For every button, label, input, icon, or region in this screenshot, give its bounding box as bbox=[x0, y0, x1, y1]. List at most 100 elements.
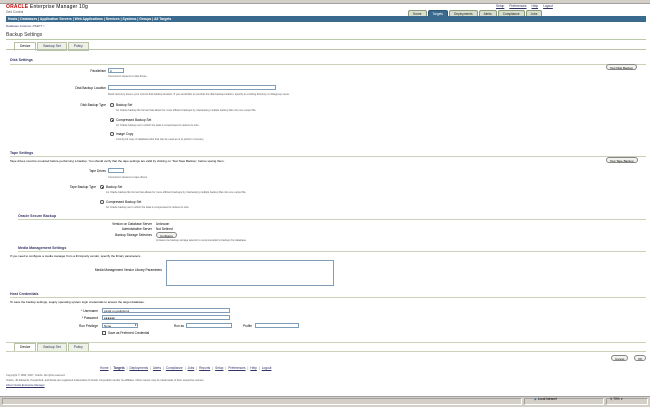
username-label: * Username bbox=[81, 309, 98, 313]
page-title: Backup Settings bbox=[6, 32, 43, 38]
breadcrumb[interactable]: Database Instance: PS4PT > bbox=[6, 24, 45, 28]
parallelism-label: Parallelism bbox=[90, 69, 106, 73]
status-message-cell bbox=[2, 398, 522, 405]
disk-backupset-radio[interactable] bbox=[110, 103, 114, 107]
osb-heading: Oracle Secure Backup bbox=[18, 214, 57, 218]
global-link-logout[interactable]: Logout bbox=[543, 4, 553, 8]
tape-backupset-radio[interactable] bbox=[100, 185, 104, 189]
tape-drives-label: Tape Drives bbox=[89, 169, 106, 173]
footer-link-preferences[interactable]: Preferences bbox=[228, 366, 245, 370]
test-tape-backup-button[interactable]: Test Tape Backup bbox=[606, 157, 638, 163]
profile-input[interactable] bbox=[255, 323, 299, 328]
media-heading: Media Management Settings bbox=[18, 246, 67, 250]
footer-link-alerts[interactable]: Alerts bbox=[153, 366, 161, 370]
footer-link-setup[interactable]: Setup bbox=[215, 366, 223, 370]
cancel-button[interactable]: Cancel bbox=[611, 355, 629, 361]
subtab-divider bbox=[6, 49, 646, 50]
osb-version-label: Version on Database Server bbox=[112, 222, 152, 226]
bottom-rule-2 bbox=[6, 351, 646, 352]
disk-imagecopy-label: Image Copy bbox=[116, 132, 134, 136]
disk-compressed-label: Compressed Backup Set bbox=[116, 118, 152, 122]
footer-links: Home | Targets | Deployments | Alerts | Comp… bbox=[100, 366, 272, 370]
zone-label: ◉ Local intranet bbox=[534, 397, 557, 401]
footer-link-targets[interactable]: Targets bbox=[113, 366, 124, 370]
host-credentials-heading: Host Credentials bbox=[10, 292, 39, 296]
global-links: Setup Preferences Help Logout bbox=[496, 4, 553, 8]
tape-settings-rule bbox=[10, 156, 646, 157]
title-divider bbox=[6, 39, 646, 40]
disk-backupset-hint: An Oracle backup file format that allows… bbox=[116, 109, 257, 112]
global-link-preferences[interactable]: Preferences bbox=[509, 4, 526, 8]
disk-location-hint: Flash recovery area is your current disk… bbox=[108, 93, 290, 96]
host-credentials-rule bbox=[10, 297, 646, 298]
about-link[interactable]: About Oracle Enterprise Manager bbox=[6, 384, 45, 387]
osb-admin-value: Not Defined bbox=[156, 227, 173, 231]
zoom-text: 70% bbox=[613, 397, 620, 401]
global-link-help[interactable]: Help bbox=[532, 4, 539, 8]
zone-text: Local intranet bbox=[537, 397, 557, 401]
disk-settings-heading: Disk Settings bbox=[10, 58, 33, 62]
footer-link-compliance[interactable]: Compliance bbox=[166, 366, 183, 370]
run-privilege-select[interactable]: None ▼ bbox=[102, 323, 138, 328]
test-disk-backup-button[interactable]: Test Disk Backup bbox=[606, 64, 638, 70]
disk-location-input[interactable] bbox=[108, 85, 276, 90]
footer-link-jobs[interactable]: Jobs bbox=[188, 366, 195, 370]
logo-product-text: Enterprise Manager 10g bbox=[29, 4, 88, 10]
profile-label: Profile bbox=[242, 324, 252, 328]
chevron-down-icon: ▼ bbox=[134, 324, 137, 327]
disk-settings-rule bbox=[10, 64, 646, 65]
footer-link-deployments[interactable]: Deployments bbox=[129, 366, 148, 370]
parallelism-hint: Concurrent streams to disk drives bbox=[108, 75, 147, 78]
tape-backupset-hint: An Oracle backup file format that allows… bbox=[106, 191, 247, 194]
globe-icon: ◉ bbox=[534, 397, 537, 401]
tape-compressed-radio[interactable] bbox=[100, 200, 104, 204]
global-link-setup[interactable]: Setup bbox=[496, 4, 504, 8]
subbrand: Grid Control bbox=[6, 10, 24, 14]
osb-rule bbox=[18, 219, 646, 220]
password-input[interactable]: ●●●●●● bbox=[102, 315, 230, 320]
tape-drives-hint: Concurrent streams to tape drives bbox=[108, 176, 148, 179]
disk-imagecopy-radio[interactable] bbox=[110, 132, 114, 136]
disk-compressed-radio[interactable] bbox=[110, 118, 114, 122]
disk-imagecopy-hint: A bit-by-bit copy of database files that… bbox=[116, 138, 204, 141]
save-preferred-label: Save as Preferred Credential bbox=[108, 331, 150, 335]
disk-compressed-hint: An Oracle backup set in which the data i… bbox=[116, 124, 200, 127]
run-privilege-value: None bbox=[104, 324, 112, 328]
magnifier-icon: ⚲ bbox=[610, 397, 613, 401]
media-params-textarea[interactable] bbox=[166, 260, 334, 286]
target-navbar[interactable]: Hosts | Databases | Application Servers … bbox=[6, 16, 646, 22]
footer-link-reports[interactable]: Reports bbox=[199, 366, 210, 370]
tape-settings-heading: Tape Settings bbox=[10, 151, 34, 155]
disk-location-label: Disk Backup Location bbox=[75, 86, 106, 90]
tape-backup-type-label: Tape Backup Type bbox=[69, 185, 96, 189]
disk-backup-type-label: Disk Backup Type bbox=[80, 103, 106, 107]
username-input[interactable]: ps4pt on ps4ptvm1 bbox=[102, 308, 230, 313]
copyright-line-1: Copyright © 1996, 2007, Oracle. All righ… bbox=[6, 374, 66, 377]
host-intro: To save the backup settings, supply oper… bbox=[10, 300, 145, 304]
osb-selectors-label: Backup Storage Selectors bbox=[115, 233, 152, 237]
footer-link-logout[interactable]: Logout bbox=[262, 366, 272, 370]
osb-selectors-hint: At least one backup storage selector is … bbox=[156, 239, 247, 242]
media-rule bbox=[18, 251, 646, 252]
tape-backupset-label: Backup Set bbox=[106, 185, 123, 189]
media-intro: If you need to configure a media manager… bbox=[10, 254, 141, 258]
media-params-label: Media Management Vendor Library Paramete… bbox=[94, 268, 162, 272]
run-as-input[interactable] bbox=[186, 323, 232, 328]
save-preferred-checkbox[interactable] bbox=[102, 331, 106, 335]
disk-backupset-label: Backup Set bbox=[116, 103, 133, 107]
ok-button[interactable]: OK bbox=[634, 355, 647, 361]
password-label: * Password bbox=[81, 316, 98, 320]
footer-link-home[interactable]: Home bbox=[100, 366, 109, 370]
chevron-down-icon: ▼ bbox=[620, 398, 624, 401]
tape-drives-input[interactable] bbox=[108, 168, 124, 173]
configure-selectors-button[interactable]: Configure bbox=[156, 232, 178, 238]
copyright-line-2: Oracle, JD Edwards, PeopleSoft, and Rete… bbox=[6, 379, 205, 382]
osb-admin-label: Administrative Server bbox=[121, 227, 152, 231]
run-as-label: Run as bbox=[173, 324, 184, 328]
footer-link-help[interactable]: Help bbox=[250, 366, 257, 370]
tape-intro: Tape drives must be mounted before perfo… bbox=[10, 159, 225, 163]
osb-version-value: Unknown bbox=[156, 222, 170, 226]
zoom-control[interactable]: ⚲ 70% ▼ bbox=[610, 397, 623, 401]
parallelism-input[interactable]: 3 bbox=[108, 68, 124, 73]
tape-compressed-hint: An Oracle backup set in which the data i… bbox=[106, 206, 190, 209]
